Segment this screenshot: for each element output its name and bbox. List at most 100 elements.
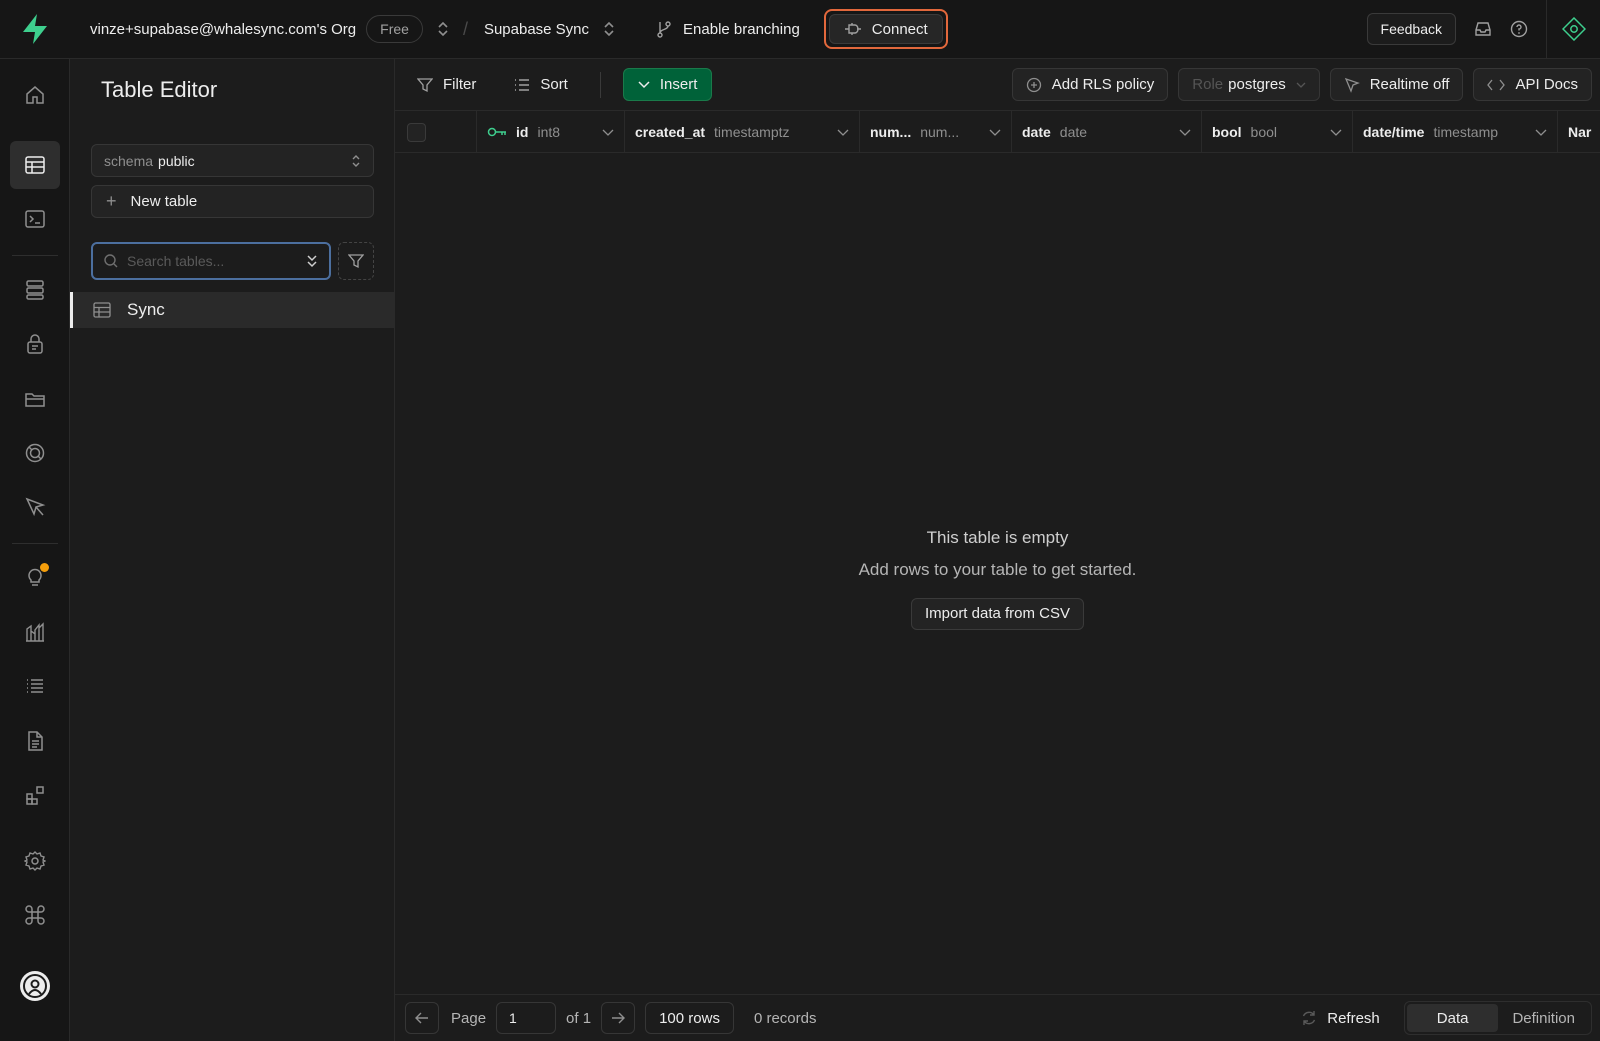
edge-functions-icon[interactable] (10, 429, 60, 477)
column-header[interactable]: Nar (1558, 111, 1600, 152)
supabase-logo-icon (23, 14, 47, 44)
column-header[interactable]: date date (1012, 111, 1202, 152)
rail-divider (12, 255, 58, 256)
column-name: id (516, 124, 529, 140)
help-icon[interactable] (1510, 20, 1528, 38)
chevron-down-icon[interactable] (989, 129, 1001, 136)
column-name: bool (1212, 124, 1242, 140)
cursor-icon (1344, 77, 1360, 93)
schema-chevron-icon (351, 153, 361, 169)
user-avatar-icon[interactable] (10, 962, 60, 1010)
realtime-toggle-button[interactable]: Realtime off (1329, 68, 1464, 101)
logs-icon[interactable] (10, 662, 60, 710)
breadcrumb-separator: / (462, 18, 468, 39)
sidebar-title: Table Editor (101, 77, 218, 102)
column-header[interactable]: id int8 (477, 111, 625, 152)
grid-footer: Page of 1 100 rows 0 records Refresh Dat… (395, 994, 1600, 1041)
home-icon[interactable] (10, 71, 60, 119)
import-csv-button[interactable]: Import data from CSV (910, 597, 1085, 630)
inbox-icon[interactable] (1474, 21, 1492, 37)
database-icon[interactable] (10, 266, 60, 314)
storage-icon[interactable] (10, 375, 60, 423)
chevron-down-icon[interactable] (1179, 129, 1191, 136)
realtime-icon[interactable] (10, 483, 60, 531)
chevron-down-icon[interactable] (1535, 129, 1547, 136)
column-header[interactable]: created_at timestamptz (625, 111, 860, 152)
chevron-down-icon[interactable] (1330, 129, 1342, 136)
tab-definition[interactable]: Definition (1498, 1004, 1589, 1032)
schema-label: schema (104, 152, 154, 169)
connect-button[interactable]: Connect (828, 14, 943, 44)
page-number-input[interactable] (496, 1002, 557, 1034)
filter-label: Filter (443, 76, 477, 93)
org-switcher-chevron-icon[interactable] (437, 20, 449, 38)
column-type: int8 (537, 124, 561, 140)
grid-toolbar: Filter Sort Insert Add RLS policy Role p… (395, 59, 1600, 111)
project-name[interactable]: Supabase Sync (484, 21, 589, 38)
arrow-right-icon (612, 1012, 626, 1024)
command-icon[interactable] (10, 891, 60, 939)
feedback-button[interactable]: Feedback (1366, 13, 1456, 45)
chevron-down-icon (1296, 82, 1306, 88)
column-name: date/time (1363, 124, 1425, 140)
column-type: num... (920, 124, 960, 140)
assistant-button[interactable] (1546, 0, 1600, 59)
table-filter-button[interactable] (338, 242, 374, 280)
sort-button[interactable]: Sort (514, 69, 568, 101)
filter-button[interactable]: Filter (417, 69, 476, 101)
add-rls-policy-button[interactable]: Add RLS policy (1011, 68, 1169, 101)
tab-data[interactable]: Data (1406, 1004, 1499, 1032)
column-header[interactable]: num... num... (860, 111, 1012, 152)
select-all-column (395, 111, 477, 152)
api-docs-icon[interactable] (10, 717, 60, 765)
collapse-chevrons-icon[interactable] (305, 253, 319, 269)
column-header[interactable]: date/time timestamp (1353, 111, 1558, 152)
table-search[interactable] (91, 242, 331, 280)
insert-label: Insert (659, 76, 698, 93)
org-name[interactable]: vinze+supabase@whalesync.com's Org (90, 21, 356, 38)
toolbar-divider (599, 71, 601, 98)
supabase-logo[interactable] (0, 0, 70, 59)
column-header[interactable]: bool bool (1202, 111, 1353, 152)
select-all-checkbox[interactable] (407, 122, 426, 142)
page-label: Page (451, 1009, 487, 1027)
top-bar: vinze+supabase@whalesync.com's Org Free … (0, 0, 1600, 59)
advisors-icon[interactable] (10, 553, 60, 601)
insert-button[interactable]: Insert (622, 68, 713, 101)
plan-badge: Free (366, 15, 423, 43)
column-type: timestamp (1433, 124, 1499, 140)
search-tables-input[interactable] (127, 253, 287, 269)
refresh-button[interactable]: Refresh (1301, 1010, 1380, 1027)
chevron-down-icon[interactable] (602, 129, 614, 136)
role-selector[interactable]: Role postgres (1178, 68, 1320, 101)
reports-icon[interactable] (10, 608, 60, 656)
grid-header: id int8 created_at timestamptz num... nu… (395, 111, 1600, 153)
empty-state-subtitle: Add rows to your table to get started. (858, 559, 1137, 579)
table-editor-sidebar: Table Editor schema public + New table S… (70, 59, 395, 1041)
api-docs-button[interactable]: API Docs (1473, 68, 1592, 101)
integrations-icon[interactable] (10, 771, 60, 819)
table-editor-icon[interactable] (10, 141, 60, 189)
empty-state-title: This table is empty (926, 527, 1069, 547)
add-rls-policy-label: Add RLS policy (1051, 76, 1155, 93)
chevron-down-icon (638, 80, 650, 88)
previous-page-button[interactable] (405, 1002, 439, 1034)
plus-circle-icon (1026, 77, 1041, 92)
chevron-down-icon[interactable] (837, 129, 849, 136)
auth-icon[interactable] (10, 320, 60, 368)
table-list-item[interactable]: Sync (70, 292, 395, 328)
next-page-button[interactable] (601, 1002, 636, 1034)
connect-label: Connect (871, 20, 928, 38)
table-grid-area: Filter Sort Insert Add RLS policy Role p… (395, 59, 1600, 1041)
column-name: Nar (1568, 124, 1592, 140)
schema-selector[interactable]: schema public (91, 144, 374, 177)
settings-icon[interactable] (10, 837, 60, 885)
sort-label: Sort (540, 76, 568, 93)
rows-per-page-button[interactable]: 100 rows (645, 1002, 734, 1034)
page-count: of 1 (566, 1009, 592, 1027)
enable-branching-button[interactable]: Enable branching (655, 20, 800, 38)
sql-editor-icon[interactable] (10, 195, 60, 243)
project-switcher-chevron-icon[interactable] (603, 20, 615, 38)
primary-key-icon (487, 127, 506, 137)
new-table-button[interactable]: + New table (91, 185, 374, 218)
